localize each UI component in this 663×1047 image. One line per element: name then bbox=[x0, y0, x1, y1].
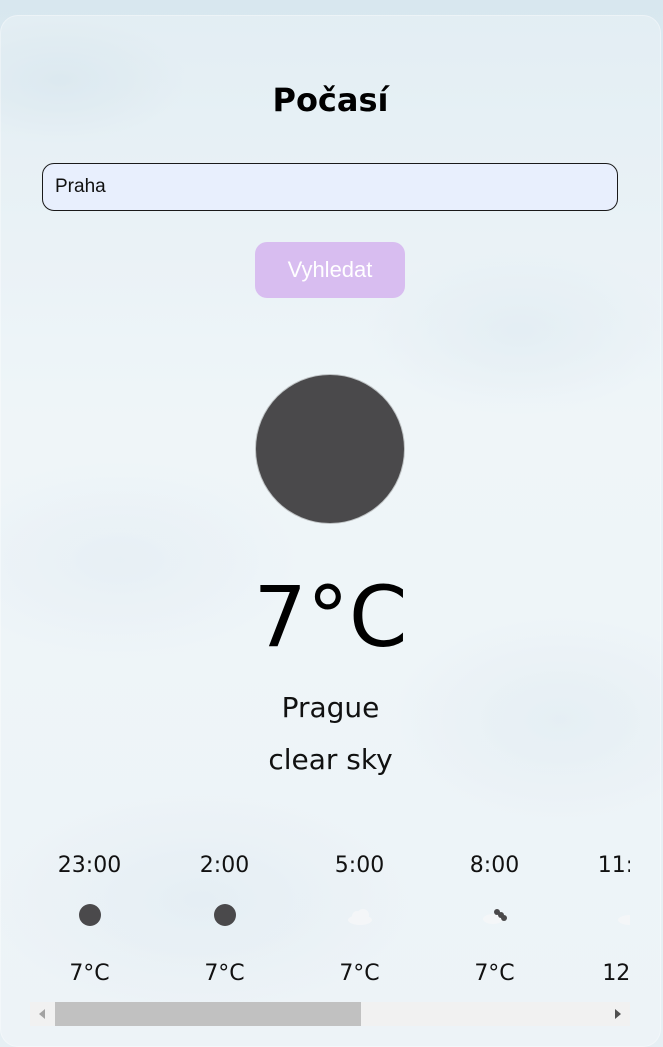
forecast-time: 11:00 bbox=[597, 853, 630, 878]
forecast-time: 2:00 bbox=[199, 853, 250, 878]
current-temperature: 7°C bbox=[253, 568, 408, 666]
forecast-temp: 12°C bbox=[602, 961, 630, 986]
scroll-left-arrow-icon[interactable] bbox=[30, 1002, 54, 1026]
cloud-sun-icon bbox=[618, 915, 630, 925]
forecast-temp: 7°C bbox=[339, 961, 380, 986]
cloud-icon bbox=[348, 909, 372, 925]
forecast-time: 5:00 bbox=[334, 853, 385, 878]
forecast-temp: 7°C bbox=[69, 961, 110, 986]
moon-icon bbox=[79, 904, 101, 926]
partly-cloudy-icon bbox=[483, 909, 507, 924]
scroll-thumb[interactable] bbox=[55, 1002, 361, 1026]
forecast-item: 23:00 7°C bbox=[22, 845, 157, 1000]
forecast-temp: 7°C bbox=[474, 961, 515, 986]
forecast-track: 23:00 7°C 2:00 7°C 5:00 7°C 8:00 7°C 11 … bbox=[22, 845, 630, 1000]
forecast-item: 5:00 7°C bbox=[292, 845, 427, 1000]
scroll-right-arrow-icon[interactable] bbox=[606, 1002, 630, 1026]
forecast-temp: 7°C bbox=[204, 961, 245, 986]
forecast-item: 8:00 7°C bbox=[427, 845, 562, 1000]
forecast-time: 8:00 bbox=[469, 853, 520, 878]
moon-icon bbox=[256, 375, 404, 523]
search-button[interactable]: Vyhledat bbox=[255, 242, 405, 298]
forecast-item: 11:00 12°C bbox=[562, 845, 630, 1000]
forecast-item: 2:00 7°C bbox=[157, 845, 292, 1000]
forecast-scrollbar[interactable] bbox=[30, 1002, 630, 1026]
weather-description: clear sky bbox=[268, 743, 393, 776]
city-search-input[interactable] bbox=[42, 163, 618, 211]
forecast-time: 23:00 bbox=[57, 853, 122, 878]
hourly-forecast[interactable]: 23:00 7°C 2:00 7°C 5:00 7°C 8:00 7°C 11 … bbox=[0, 845, 630, 1000]
city-name: Prague bbox=[281, 691, 380, 724]
page-title: Počasí bbox=[272, 81, 389, 119]
moon-icon bbox=[214, 904, 236, 926]
